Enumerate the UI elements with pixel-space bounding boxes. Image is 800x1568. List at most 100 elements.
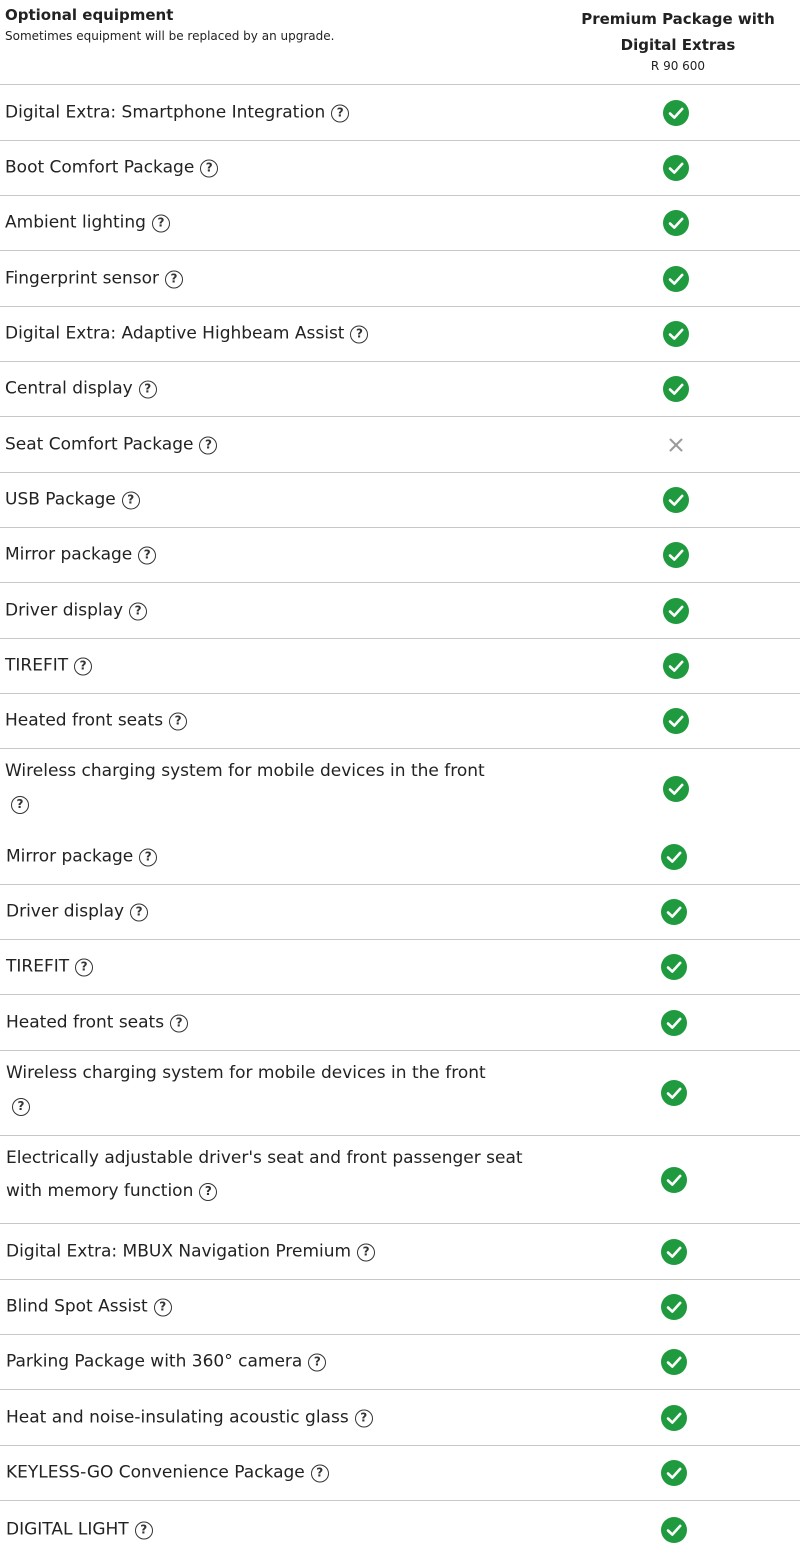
table-row: Parking Package with 360° camera? [0,1335,800,1390]
equipment-label: Digital Extra: Adaptive Highbeam Assist? [5,318,545,351]
equipment-label: Heated front seats? [5,705,545,738]
help-icon[interactable]: ? [151,214,170,233]
equipment-name: Digital Extra: Smartphone Integration [5,102,326,122]
table-row: DIGITAL LIGHT? [0,1501,800,1559]
table-row: Seat Comfort Package? [0,417,800,473]
table-row: Fingerprint sensor? [0,251,800,307]
equipment-name: USB Package [5,489,116,510]
equipment-label: Seat Comfort Package? [5,428,545,461]
help-icon[interactable]: ? [129,602,148,620]
help-icon[interactable]: ? [12,1098,30,1116]
package-name-line1: Premium Package with [581,10,775,28]
table-row: KEYLESS-GO Convenience Package? [0,1446,800,1501]
equipment-name: Boot Comfort Package [5,157,195,178]
header-left: Optional equipment Sometimes equipment w… [5,6,334,45]
equipment-rows: Digital Extra: Smartphone Integration? Bo… [0,85,800,1559]
header-subtitle: Sometimes equipment will be replaced by … [5,29,335,43]
help-icon[interactable]: ? [138,380,157,399]
equipment-name: Mirror package [6,846,134,866]
check-circle-icon [663,155,689,181]
help-icon[interactable]: ? [139,848,158,866]
equipment-name: DIGITAL LIGHT [6,1519,129,1540]
help-icon[interactable]: ? [170,1014,189,1032]
package-name-line2: Digital Extras [620,36,736,54]
help-icon[interactable]: ? [199,436,218,454]
help-icon[interactable]: ? [134,1521,153,1540]
equipment-label: Mirror package? [5,539,545,572]
table-row: Heated front seats? [0,995,800,1051]
table-row: Central display? [0,362,800,417]
equipment-name: Fingerprint sensor [5,268,159,288]
equipment-name: Digital Extra: MBUX Navigation Premium [6,1241,352,1261]
table-row: Boot Comfort Package? [0,141,800,196]
check-circle-icon [661,1166,687,1193]
table-row: Driver display? [0,885,800,940]
table-row: Ambient lighting? [0,196,800,251]
help-icon[interactable]: ? [164,270,183,288]
equipment-label: DIGITAL LIGHT? [6,1514,546,1547]
check-circle-icon [663,99,689,126]
equipment-name: Driver display [5,600,124,620]
help-icon[interactable]: ? [310,1464,329,1483]
check-circle-icon [663,597,689,624]
help-icon[interactable]: ? [350,325,369,344]
help-icon[interactable]: ? [308,1353,327,1372]
equipment-label: Wireless charging system for mobile devi… [5,755,545,821]
check-circle-icon [663,321,689,347]
help-icon[interactable]: ? [138,546,157,565]
equipment-label: Electrically adjustable driver's seat an… [6,1142,536,1208]
equipment-name: Heated front seats [6,1012,165,1032]
table-row: Wireless charging system for mobile devi… [0,1051,800,1136]
check-circle-icon [663,776,689,802]
equipment-label: Ambient lighting? [5,207,545,240]
equipment-name: Mirror package [5,544,133,565]
table-header: Optional equipment Sometimes equipment w… [0,0,800,85]
help-icon[interactable]: ? [121,491,140,510]
table-row: Heated front seats? [0,694,800,749]
check-circle-icon [661,899,687,925]
equipment-name: Heated front seats [5,710,164,731]
help-icon[interactable]: ? [11,796,29,814]
help-icon[interactable]: ? [130,903,149,922]
help-icon[interactable]: ? [75,958,94,977]
equipment-name: Ambient lighting [5,212,146,233]
table-row: TIREFIT? [0,639,800,694]
equipment-name: Driver display [6,901,125,922]
help-icon[interactable]: ? [200,159,219,178]
table-row: Mirror package? [0,829,800,885]
equipment-label: Digital Extra: MBUX Navigation Premium? [6,1235,546,1268]
equipment-comparison-table: Optional equipment Sometimes equipment w… [0,0,800,1559]
help-icon[interactable]: ? [153,1298,172,1317]
package-column-header: Premium Package with Digital Extras R 90… [560,6,796,74]
help-icon[interactable]: ? [74,657,93,676]
help-icon[interactable]: ? [169,712,188,731]
equipment-label: Blind Spot Assist? [6,1291,546,1324]
help-icon[interactable]: ? [199,1183,218,1201]
table-row: Electrically adjustable driver's seat an… [0,1136,800,1224]
table-row: Driver display? [0,583,800,639]
table-row: Digital Extra: MBUX Navigation Premium? [0,1224,800,1280]
equipment-label: Driver display? [5,594,545,627]
equipment-label: Central display? [5,373,545,406]
equipment-name: KEYLESS-GO Convenience Package [6,1462,305,1483]
equipment-label: Heat and noise-insulating acoustic glass… [6,1401,546,1434]
equipment-name: Wireless charging system for mobile devi… [5,761,485,781]
equipment-name: Central display [5,378,133,399]
check-circle-icon [663,265,689,292]
table-row: Mirror package? [0,528,800,583]
help-icon[interactable]: ? [354,1409,373,1427]
equipment-label: USB Package? [5,484,545,517]
check-circle-icon [661,954,687,980]
cross-icon [663,432,689,458]
check-circle-icon [661,1238,687,1265]
equipment-name: Heat and noise-insulating acoustic glass [6,1407,349,1427]
equipment-label: Fingerprint sensor? [5,262,545,295]
equipment-name: Seat Comfort Package [5,434,194,454]
package-price: R 90 600 [650,59,706,73]
help-icon[interactable]: ? [357,1243,376,1261]
help-icon[interactable]: ? [331,104,350,122]
equipment-name: TIREFIT [6,956,70,977]
equipment-label: Wireless charging system for mobile devi… [6,1057,546,1123]
equipment-name: TIREFIT [5,655,69,676]
check-circle-icon [661,1080,687,1106]
